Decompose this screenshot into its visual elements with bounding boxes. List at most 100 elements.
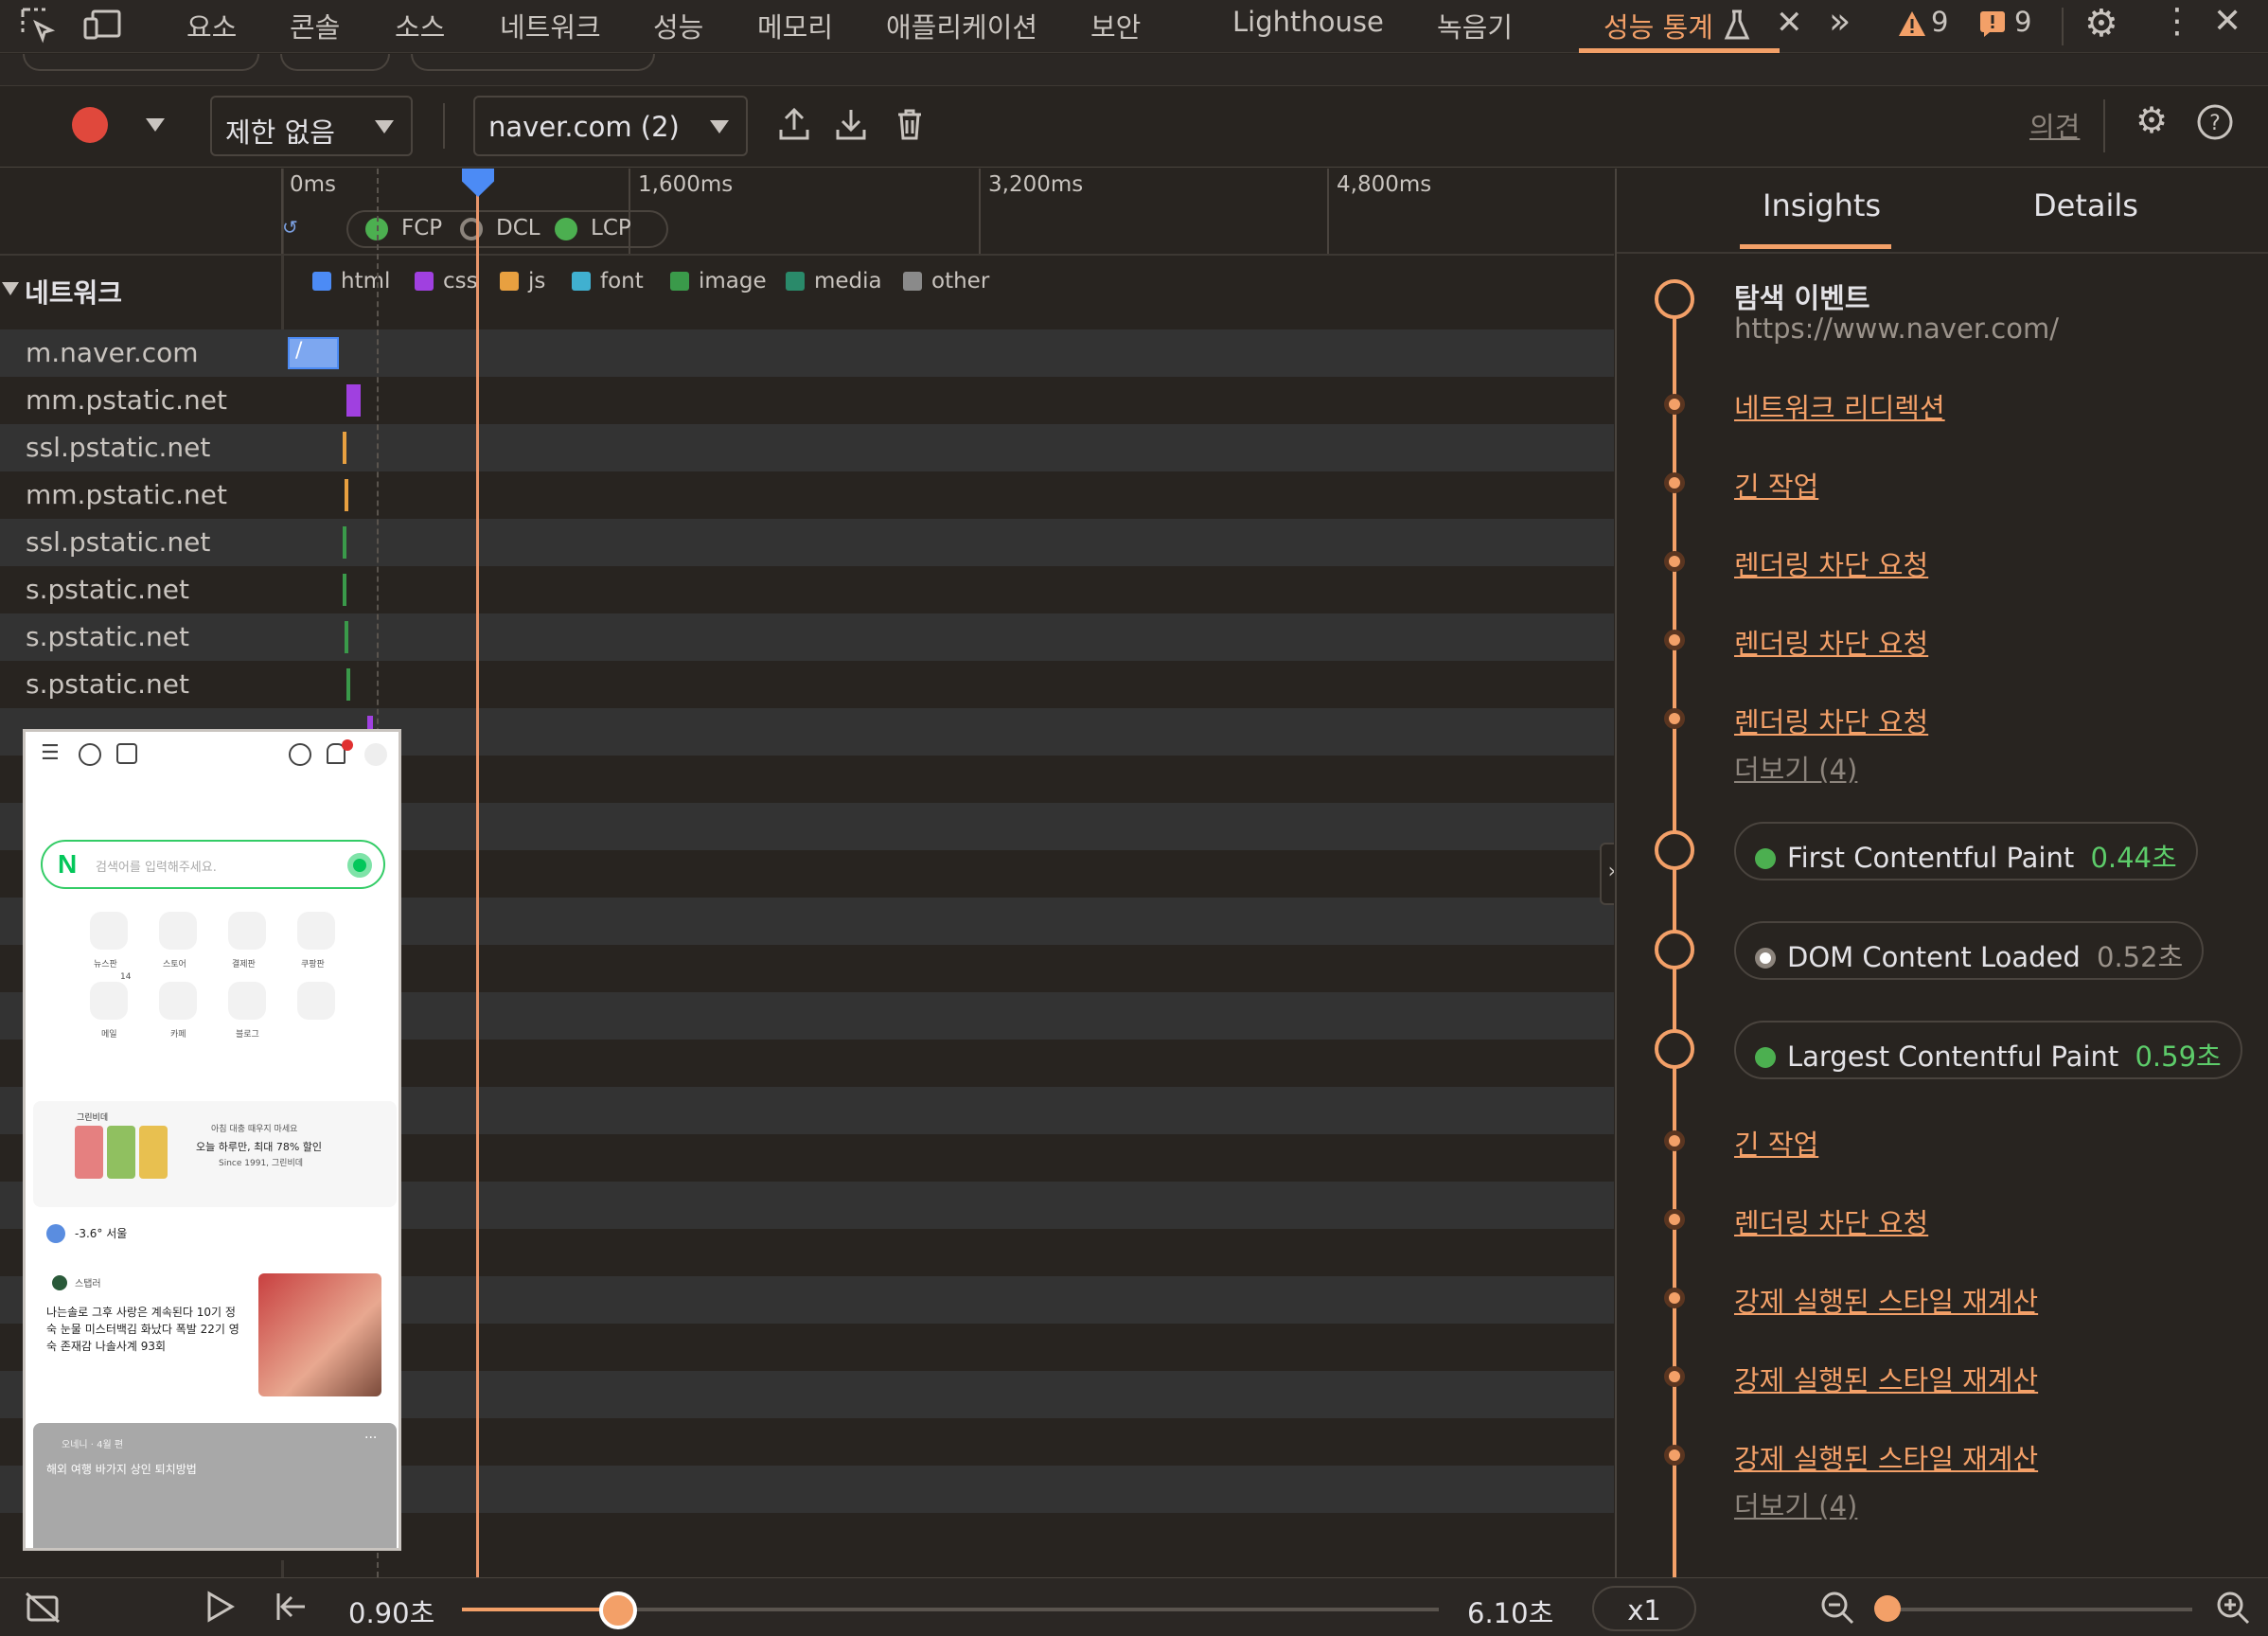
current-time: 0.90초 <box>348 1597 435 1629</box>
play-icon[interactable] <box>204 1590 235 1627</box>
request-bar-image[interactable] <box>343 574 346 606</box>
issue-count[interactable]: 9 <box>2014 6 2031 38</box>
tab-insights[interactable]: Insights <box>1763 187 1881 223</box>
time-tick: 3,200ms <box>988 172 1084 197</box>
request-bar-html[interactable]: / <box>288 337 339 369</box>
table-row[interactable]: ssl.pstatic.net <box>0 424 1614 471</box>
screenshots-toggle-icon[interactable] <box>25 1592 61 1627</box>
insight-link[interactable]: 강제 실행된 스타일 재계산 <box>1734 1359 2038 1398</box>
download-icon[interactable] <box>835 107 867 145</box>
skip-to-start-icon[interactable] <box>275 1590 309 1627</box>
insight-link[interactable]: 렌더링 차단 요청 <box>1734 1201 1928 1241</box>
fcp-status-dot <box>1755 848 1776 869</box>
metric-ring-icon <box>1655 830 1694 870</box>
table-row[interactable]: mm.pstatic.net <box>0 471 1614 519</box>
zoom-thumb[interactable] <box>1874 1595 1901 1622</box>
cart-icon <box>116 743 137 764</box>
playhead-handle[interactable] <box>462 169 494 197</box>
insight-link[interactable]: 렌더링 차단 요청 <box>1734 543 1928 583</box>
request-bar-css[interactable] <box>346 384 361 417</box>
row-domain: s.pstatic.net <box>26 574 189 605</box>
table-row[interactable]: m.naver.com <box>0 329 1614 377</box>
request-bar-js[interactable] <box>343 432 346 464</box>
settings-gear-icon[interactable]: ⚙ <box>2135 99 2168 141</box>
table-row[interactable]: mm.pstatic.net <box>0 377 1614 424</box>
record-button[interactable] <box>72 107 108 143</box>
playhead-line[interactable] <box>476 169 479 1577</box>
ad-product-image <box>75 1126 103 1179</box>
dcl-metric-pill[interactable]: DOM Content Loaded 0.52초 <box>1734 921 2205 980</box>
insight-link[interactable]: 렌더링 차단 요청 <box>1734 622 1928 662</box>
insight-dot-icon <box>1664 1209 1685 1230</box>
zoom-out-icon[interactable] <box>1819 1590 1855 1629</box>
tab-recorder[interactable]: 녹음기 <box>1437 6 1513 45</box>
insight-link[interactable]: 긴 작업 <box>1734 465 1818 505</box>
close-devtools-icon[interactable]: ✕ <box>2213 2 2241 41</box>
request-bar-js[interactable] <box>345 479 348 511</box>
shortcut-label: 결제판 <box>232 960 256 969</box>
collapse-triangle-icon[interactable] <box>2 282 19 295</box>
shortcut-tile <box>228 982 266 1020</box>
show-more-link[interactable]: 더보기 (4) <box>1734 1485 1857 1524</box>
record-options-chevron-icon[interactable] <box>146 118 165 132</box>
side-panel-toggle[interactable]: › <box>1600 843 1614 905</box>
zoom-track[interactable] <box>1889 1608 2192 1611</box>
tab-security[interactable]: 보안 <box>1090 6 1141 45</box>
show-more-link[interactable]: 더보기 (4) <box>1734 748 1857 788</box>
inspect-element-icon[interactable] <box>19 6 57 47</box>
insight-link[interactable]: 렌더링 차단 요청 <box>1734 701 1928 740</box>
news-source: 스탭러 <box>75 1279 101 1289</box>
tab-memory[interactable]: 메모리 <box>757 6 833 45</box>
recording-target-dropdown[interactable]: naver.com (2) <box>473 96 748 156</box>
tab-performance[interactable]: 성능 <box>653 6 703 45</box>
ad-text: Since 1991, 그린비데 <box>219 1159 304 1168</box>
tab-console[interactable]: 콘솔 <box>290 6 340 45</box>
more-tabs-chevron-icon[interactable]: » <box>1829 0 1851 42</box>
issue-flag-icon[interactable] <box>1978 9 2007 42</box>
insight-link[interactable]: 네트워크 리디렉션 <box>1734 386 1945 426</box>
speed-button[interactable]: x1 <box>1592 1586 1696 1631</box>
insight-link[interactable]: 강제 실행된 스타일 재계산 <box>1734 1437 2038 1477</box>
insight-link[interactable]: 강제 실행된 스타일 재계산 <box>1734 1280 2038 1320</box>
help-icon[interactable]: ? <box>2196 103 2234 145</box>
lcp-metric-pill[interactable]: Largest Contentful Paint 0.59초 <box>1734 1021 2242 1079</box>
feedback-link[interactable]: 의견 <box>2029 105 2080 145</box>
throttle-dropdown[interactable]: 제한 없음 <box>210 96 413 156</box>
request-bar-image[interactable] <box>346 668 350 701</box>
tab-application[interactable]: 애플리케이션 <box>886 6 1037 45</box>
device-toolbar-icon[interactable] <box>81 6 123 47</box>
table-row[interactable]: ssl.pstatic.net <box>0 519 1614 566</box>
insight-link[interactable]: 긴 작업 <box>1734 1123 1818 1163</box>
tab-details[interactable]: Details <box>2033 187 2138 223</box>
playback-thumb[interactable] <box>599 1592 638 1629</box>
shortcut-tile <box>297 912 335 950</box>
table-row[interactable]: s.pstatic.net <box>0 566 1614 614</box>
shortcut-label: 메일 <box>101 1030 117 1040</box>
warning-icon[interactable] <box>1897 9 1927 42</box>
network-track-title[interactable]: 네트워크 <box>25 273 122 311</box>
legend-font: font <box>572 269 644 293</box>
warning-count[interactable]: 9 <box>1931 6 1948 38</box>
green-search-icon <box>347 853 372 878</box>
tab-performance-insights[interactable]: 성능 통계 <box>1604 6 1713 45</box>
table-row[interactable]: s.pstatic.net <box>0 661 1614 708</box>
close-tab-icon[interactable]: ✕ <box>1776 4 1803 42</box>
tab-network[interactable]: 네트워크 <box>500 6 601 45</box>
upload-icon[interactable] <box>778 107 810 145</box>
tab-sources[interactable]: 소스 <box>395 6 445 45</box>
delete-trash-icon[interactable] <box>895 107 924 145</box>
fcp-metric-pill[interactable]: First Contentful Paint 0.44초 <box>1734 822 2198 880</box>
menu-icon: ☰ <box>41 741 60 765</box>
table-row[interactable]: s.pstatic.net <box>0 614 1614 661</box>
settings-gear-icon[interactable]: ⚙ <box>2084 2 2118 45</box>
moon-icon <box>46 1224 65 1243</box>
tab-elements[interactable]: 요소 <box>186 6 237 45</box>
more-options-icon[interactable]: ⋮ <box>2160 2 2194 41</box>
request-bar-image[interactable] <box>345 621 348 653</box>
zoom-in-icon[interactable] <box>2215 1590 2251 1629</box>
zoom-reset-icon[interactable]: ↺ <box>282 216 298 239</box>
navigation-title: 탐색 이벤트 <box>1734 282 1870 314</box>
request-bar-image[interactable] <box>343 526 346 559</box>
more-dots-icon: ··· <box>364 1431 378 1446</box>
tab-lighthouse[interactable]: Lighthouse <box>1232 6 1384 38</box>
